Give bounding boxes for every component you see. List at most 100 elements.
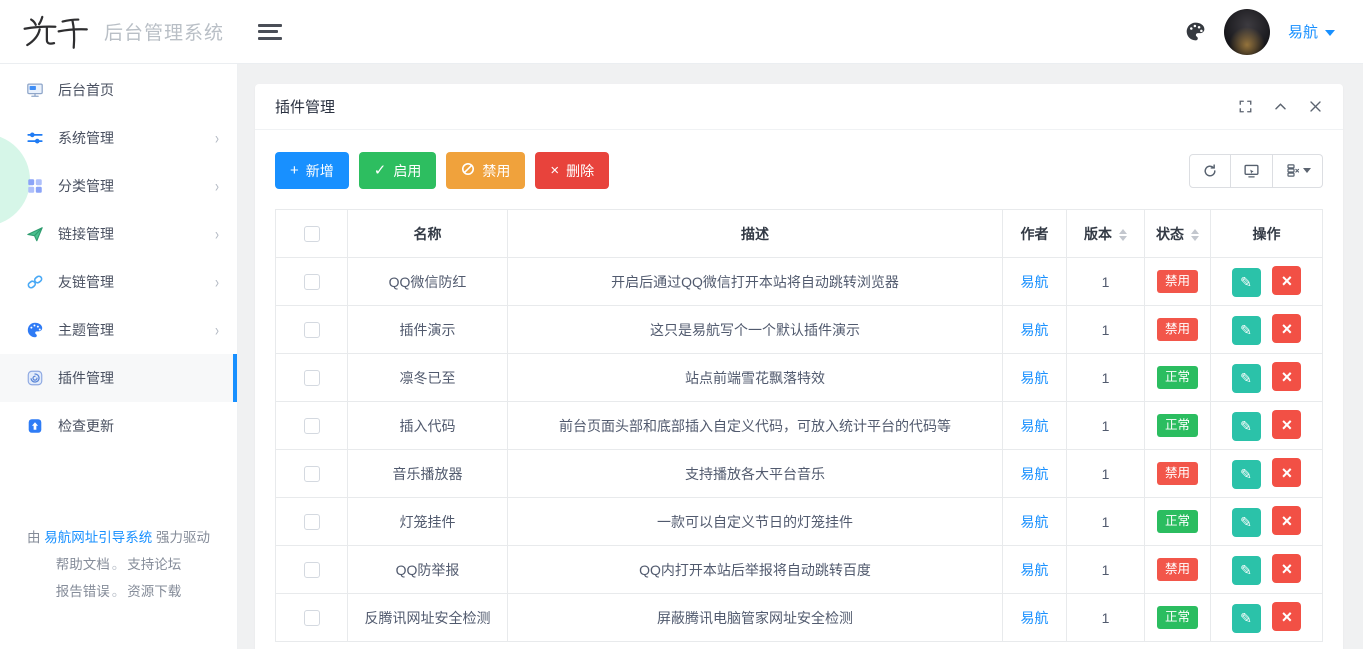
- status-badge: 正常: [1157, 414, 1198, 436]
- plugin-description: 一款可以自定义节日的灯笼挂件: [508, 498, 1003, 546]
- fullscreen-icon[interactable]: [1238, 99, 1253, 114]
- x-icon: ×: [1282, 608, 1293, 626]
- support-forum-link[interactable]: 支持论坛: [127, 557, 181, 572]
- sort-icon[interactable]: [1119, 229, 1127, 241]
- status-badge: 禁用: [1157, 462, 1198, 484]
- select-all-checkbox[interactable]: [304, 226, 320, 242]
- sidebar-item-label: 系统管理: [58, 128, 215, 148]
- powered-link[interactable]: 易航网址引导系统: [44, 530, 152, 545]
- table-row: 插入代码 前台页面头部和底部插入自定义代码，可放入统计平台的代码等 易航 1 正…: [276, 402, 1323, 450]
- sidebar-item-6[interactable]: 插件管理: [0, 354, 237, 402]
- delete-row-button[interactable]: ×: [1272, 458, 1301, 487]
- author-link[interactable]: 易航: [1021, 418, 1049, 434]
- row-checkbox[interactable]: [304, 322, 320, 338]
- page-title: 插件管理: [275, 96, 335, 117]
- col-header-ops: 操作: [1211, 210, 1323, 258]
- row-checkbox[interactable]: [304, 562, 320, 578]
- col-header-status[interactable]: 状态: [1145, 210, 1211, 258]
- top-bar: 后台管理系统 易航: [0, 0, 1363, 64]
- col-header-version[interactable]: 版本: [1067, 210, 1145, 258]
- table-row: 灯笼挂件 一款可以自定义节日的灯笼挂件 易航 1 正常 ✎ ×: [276, 498, 1323, 546]
- edit-button[interactable]: ✎: [1232, 556, 1261, 585]
- plugin-panel: 插件管理: [255, 84, 1343, 649]
- sidebar: 后台首页系统管理›分类管理›链接管理›友链管理›主题管理›插件管理检查更新 由 …: [0, 64, 238, 649]
- sort-icon[interactable]: [1191, 229, 1199, 241]
- x-icon: ×: [1282, 512, 1293, 530]
- delete-row-button[interactable]: ×: [1272, 266, 1301, 295]
- plugin-name: 插入代码: [348, 402, 508, 450]
- edit-button[interactable]: ✎: [1232, 508, 1261, 537]
- table-row: 音乐播放器 支持播放各大平台音乐 易航 1 禁用 ✎ ×: [276, 450, 1323, 498]
- chevron-right-icon: ›: [215, 320, 219, 340]
- table-row: QQ微信防红 开启后通过QQ微信打开本站将自动跳转浏览器 易航 1 禁用 ✎ ×: [276, 258, 1323, 306]
- powered-by: 由 易航网址引导系统 强力驱动: [10, 524, 227, 551]
- table-fullscreen-button[interactable]: [1231, 154, 1273, 188]
- resource-download-link[interactable]: 资源下载: [127, 584, 181, 599]
- panel-header: 插件管理: [255, 84, 1343, 130]
- row-checkbox[interactable]: [304, 274, 320, 290]
- x-icon: ×: [1282, 368, 1293, 386]
- paper-plane-icon: [26, 225, 44, 243]
- author-link[interactable]: 易航: [1021, 514, 1049, 530]
- delete-row-button[interactable]: ×: [1272, 410, 1301, 439]
- avatar[interactable]: [1224, 9, 1270, 55]
- edit-button[interactable]: ✎: [1232, 460, 1261, 489]
- add-button[interactable]: +新增: [275, 152, 349, 189]
- plugin-description: 站点前端雪花飘落特效: [508, 354, 1003, 402]
- theme-palette-icon[interactable]: [1185, 21, 1206, 42]
- author-link[interactable]: 易航: [1021, 370, 1049, 386]
- report-error-link[interactable]: 报告错误: [56, 584, 110, 599]
- sidebar-item-0[interactable]: 后台首页: [0, 66, 237, 114]
- pencil-icon: ✎: [1240, 370, 1252, 387]
- col-header-desc: 描述: [508, 210, 1003, 258]
- pencil-icon: ✎: [1240, 322, 1252, 339]
- row-checkbox[interactable]: [304, 610, 320, 626]
- row-checkbox[interactable]: [304, 514, 320, 530]
- row-checkbox[interactable]: [304, 466, 320, 482]
- sidebar-item-5[interactable]: 主题管理›: [0, 306, 237, 354]
- sliders-icon: [26, 129, 44, 147]
- delete-row-button[interactable]: ×: [1272, 314, 1301, 343]
- author-link[interactable]: 易航: [1021, 562, 1049, 578]
- sidebar-item-label: 友链管理: [58, 272, 215, 292]
- sidebar-item-label: 链接管理: [58, 224, 215, 244]
- row-checkbox[interactable]: [304, 370, 320, 386]
- delete-row-button[interactable]: ×: [1272, 362, 1301, 391]
- x-icon: ×: [1282, 320, 1293, 338]
- author-link[interactable]: 易航: [1021, 610, 1049, 626]
- sidebar-item-2[interactable]: 分类管理›: [0, 162, 237, 210]
- author-link[interactable]: 易航: [1021, 274, 1049, 290]
- table-row: 凛冬已至 站点前端雪花飘落特效 易航 1 正常 ✎ ×: [276, 354, 1323, 402]
- sidebar-item-3[interactable]: 链接管理›: [0, 210, 237, 258]
- close-icon[interactable]: [1308, 99, 1323, 114]
- menu-toggle-icon[interactable]: [258, 22, 284, 42]
- sidebar-item-4[interactable]: 友链管理›: [0, 258, 237, 306]
- check-icon: ✓: [374, 163, 387, 178]
- delete-row-button[interactable]: ×: [1272, 554, 1301, 583]
- pencil-icon: ✎: [1240, 562, 1252, 579]
- enable-button[interactable]: ✓启用: [359, 152, 437, 189]
- delete-button[interactable]: ×删除: [535, 152, 609, 189]
- sidebar-item-1[interactable]: 系统管理›: [0, 114, 237, 162]
- author-link[interactable]: 易航: [1021, 466, 1049, 482]
- col-header-author: 作者: [1003, 210, 1067, 258]
- edit-button[interactable]: ✎: [1232, 412, 1261, 441]
- disable-button[interactable]: 禁用: [446, 152, 525, 189]
- plugin-version: 1: [1067, 498, 1145, 546]
- collapse-icon[interactable]: [1273, 99, 1288, 114]
- delete-row-button[interactable]: ×: [1272, 602, 1301, 631]
- edit-button[interactable]: ✎: [1232, 316, 1261, 345]
- edit-button[interactable]: ✎: [1232, 604, 1261, 633]
- user-menu[interactable]: 易航: [1288, 21, 1335, 42]
- row-checkbox[interactable]: [304, 418, 320, 434]
- edit-button[interactable]: ✎: [1232, 364, 1261, 393]
- edit-button[interactable]: ✎: [1232, 268, 1261, 297]
- refresh-button[interactable]: [1189, 154, 1231, 188]
- help-doc-link[interactable]: 帮助文档: [56, 557, 110, 572]
- columns-filter-button[interactable]: [1273, 154, 1323, 188]
- plugin-description: 屏蔽腾讯电脑管家网址安全检测: [508, 594, 1003, 642]
- sidebar-item-7[interactable]: 检查更新: [0, 402, 237, 450]
- author-link[interactable]: 易航: [1021, 322, 1049, 338]
- delete-row-button[interactable]: ×: [1272, 506, 1301, 535]
- x-icon: ×: [1282, 560, 1293, 578]
